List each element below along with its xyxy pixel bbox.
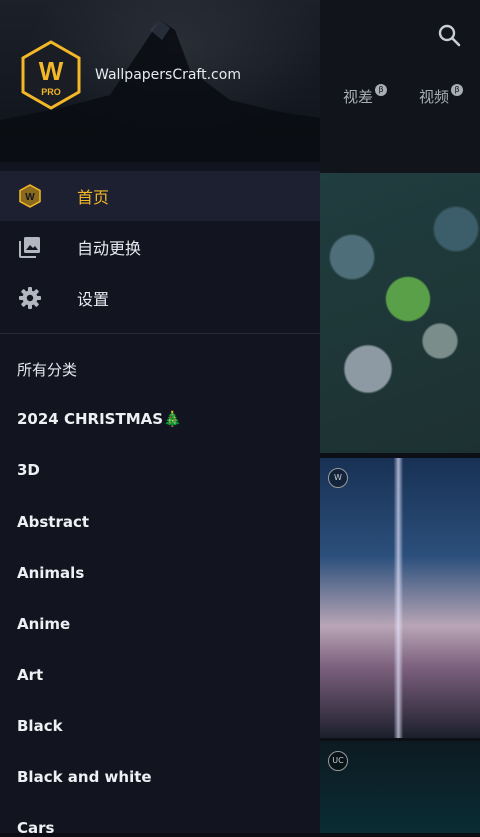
wallpaper-tile-hood[interactable]: UC <box>320 741 480 833</box>
beta-badge: β <box>451 84 464 96</box>
source-badge: UC <box>328 751 348 771</box>
nav-label: 自动更换 <box>77 239 142 258</box>
app-logo-icon: W PRO <box>21 40 81 110</box>
category-item-cars[interactable]: Cars <box>17 819 54 837</box>
category-item-3d[interactable]: 3D <box>17 461 40 479</box>
gear-icon <box>18 286 42 310</box>
wallpaper-tile-sky[interactable]: W <box>320 458 480 738</box>
site-name: WallpapersCraft.com <box>95 67 241 83</box>
category-item-animals[interactable]: Animals <box>17 564 84 582</box>
svg-text:W: W <box>25 192 35 203</box>
photo-library-icon <box>18 235 42 259</box>
nav-item-home[interactable]: W 首页 <box>0 171 320 221</box>
tab-label: 视差 <box>343 88 374 106</box>
category-item-abstract[interactable]: Abstract <box>17 513 89 531</box>
tab-parallax[interactable]: 视差 β <box>343 84 388 107</box>
nav-label: 设置 <box>77 290 110 309</box>
tab-label: 视频 <box>419 88 450 106</box>
category-item-christmas[interactable]: 2024 CHRISTMAS🎄 <box>17 410 182 428</box>
category-item-anime[interactable]: Anime <box>17 615 70 633</box>
tab-video[interactable]: 视频 β <box>419 84 464 107</box>
nav-item-auto-change[interactable]: 自动更换 <box>0 222 320 272</box>
nav-label: 首页 <box>77 188 110 207</box>
wallpaper-tile-stones[interactable] <box>320 173 480 453</box>
category-item-black-and-white[interactable]: Black and white <box>17 768 152 786</box>
source-badge: W <box>328 468 348 488</box>
logo-sub: PRO <box>41 87 61 97</box>
search-icon <box>438 24 461 47</box>
categories-header[interactable]: 所有分类 <box>17 359 77 380</box>
beta-badge: β <box>375 84 388 96</box>
search-button[interactable] <box>436 22 464 50</box>
category-item-black[interactable]: Black <box>17 717 63 735</box>
logo-letter: W <box>39 56 64 86</box>
drawer-divider <box>0 333 320 334</box>
category-item-art[interactable]: Art <box>17 666 43 684</box>
drawer-header: W PRO WallpapersCraft.com <box>0 0 320 162</box>
nav-item-settings[interactable]: 设置 <box>0 273 320 323</box>
wallpaper-hex-icon: W <box>18 184 42 208</box>
navigation-drawer: W PRO WallpapersCraft.com W 首页 自动更换 设置 所… <box>0 0 320 837</box>
